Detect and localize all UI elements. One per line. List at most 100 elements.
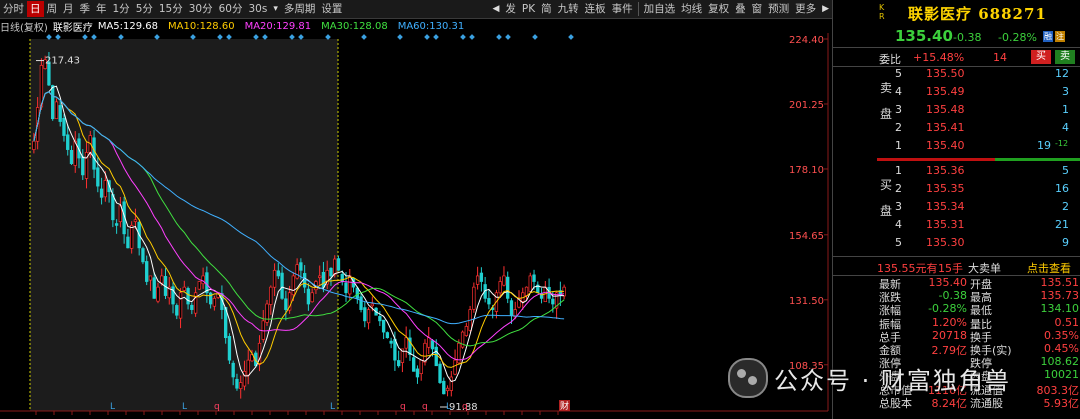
event-dot[interactable] — [46, 34, 52, 40]
big-order-link[interactable]: 点击查看 — [1027, 260, 1071, 276]
ma-info-bar: 日线(复权) 联影医疗 MA5:129.68 MA10:128.60 MA20:12… — [0, 19, 832, 34]
candle-body — [175, 305, 179, 316]
period-tab-7[interactable]: 5分 — [133, 1, 156, 17]
event-dot[interactable] — [55, 34, 61, 40]
buy-button[interactable]: 买 — [1031, 50, 1051, 64]
candle-body — [381, 319, 386, 333]
candle-body — [528, 275, 532, 292]
candle-body — [239, 382, 243, 389]
event-dot[interactable] — [532, 34, 538, 40]
tool-button-2[interactable]: 简 — [538, 1, 555, 17]
period-tab-4[interactable]: 季 — [77, 1, 94, 17]
event-dot[interactable] — [433, 34, 439, 40]
candle-body — [148, 275, 153, 281]
candle-body — [99, 188, 104, 198]
period-tab-9[interactable]: 30分 — [186, 1, 216, 17]
period-tab-8[interactable]: 15分 — [156, 1, 186, 17]
scroll-left-icon[interactable]: ◀ — [489, 4, 502, 14]
big-order-row: 135.55元有 15手 大卖单 点击查看 — [833, 256, 1080, 276]
tool-button-1[interactable]: PK — [519, 1, 538, 17]
tool-button-8[interactable]: 复权 — [705, 1, 732, 17]
tool-button-3[interactable]: 九转 — [555, 1, 582, 17]
x-event-marker[interactable]: L — [182, 402, 187, 412]
big-order-hands: 15手 — [938, 262, 963, 275]
period-tab-3[interactable]: 月 — [60, 1, 77, 17]
ma-list: MA5:129.68 MA10:128.60 MA20:129.81 MA30:128… — [98, 21, 474, 32]
finance-marker[interactable]: 财 — [560, 400, 569, 412]
event-dot[interactable] — [325, 34, 331, 40]
event-dot[interactable] — [424, 34, 430, 40]
event-dot[interactable] — [190, 34, 196, 40]
event-dot[interactable] — [253, 34, 259, 40]
event-dot[interactable] — [568, 34, 574, 40]
tool-button-4[interactable]: 连板 — [582, 1, 609, 17]
candle-body — [472, 286, 476, 310]
candle-body — [126, 236, 130, 249]
x-event-marker[interactable]: L — [330, 402, 335, 412]
event-dot[interactable] — [460, 34, 466, 40]
event-dot[interactable] — [469, 34, 475, 40]
candle-body — [227, 336, 232, 361]
event-dot[interactable] — [154, 34, 160, 40]
stats-row: 最新 135.40 开盘 135.51 — [833, 276, 1080, 291]
sell-button[interactable]: 卖 — [1055, 50, 1075, 64]
event-dot[interactable] — [397, 34, 403, 40]
x-event-marker[interactable]: q — [422, 402, 428, 412]
tool-button-0[interactable]: 发 — [502, 1, 519, 17]
period-tab-6[interactable]: 1分 — [110, 1, 133, 17]
level-price: 135.40 — [926, 139, 965, 152]
tool-button-5[interactable]: 事件 — [609, 1, 636, 17]
tool-button-12[interactable]: 更多 — [792, 1, 819, 17]
level-price: 135.49 — [926, 85, 965, 98]
tool-button-10[interactable]: 窗 — [749, 1, 766, 17]
kline-chart[interactable]: 224.40201.25178.10154.65131.50108.35217.… — [0, 33, 832, 419]
tool-button-6[interactable]: 加自选 — [641, 1, 679, 17]
event-dot[interactable] — [298, 34, 304, 40]
event-dot[interactable] — [118, 34, 124, 40]
stock-header: KR 联影医疗 688271 — [833, 0, 1080, 24]
period-tab-2[interactable]: 周 — [44, 1, 61, 17]
x-event-marker[interactable]: q — [462, 402, 468, 412]
candle-body — [178, 292, 183, 319]
level-number: 5 — [895, 236, 902, 249]
stat-value: 0.51 — [1054, 315, 1080, 329]
period-tab-1[interactable]: 日 — [27, 1, 44, 17]
period-tab-13[interactable]: 设置 — [318, 1, 345, 17]
x-event-marker[interactable]: q — [214, 402, 220, 412]
order-diff-value: 14 — [993, 51, 1007, 64]
period-tab-12[interactable]: 多周期 — [281, 1, 319, 17]
candle-body — [66, 134, 70, 150]
margin-tag: 融 — [1043, 31, 1053, 42]
x-event-marker[interactable]: q — [400, 402, 406, 412]
tool-button-7[interactable]: 均线 — [678, 1, 705, 17]
event-dot[interactable] — [217, 34, 223, 40]
period-tab-10[interactable]: 60分 — [216, 1, 246, 17]
level-volume: 16 — [1055, 182, 1069, 195]
x-event-marker[interactable]: L — [110, 402, 115, 412]
x-event-marker[interactable]: L — [446, 402, 451, 412]
event-dot[interactable] — [496, 34, 502, 40]
period-tab-0[interactable]: 分时 — [0, 1, 27, 17]
event-dot[interactable] — [262, 34, 268, 40]
candle-body — [348, 275, 352, 295]
event-dot[interactable] — [505, 34, 511, 40]
tool-button-11[interactable]: 预测 — [765, 1, 792, 17]
event-dot[interactable] — [226, 34, 232, 40]
candle-body — [524, 286, 529, 296]
stat-value: 135.51 — [1040, 276, 1080, 289]
period-tab-11[interactable]: 30s — [246, 1, 271, 17]
level-price: 135.36 — [926, 164, 965, 177]
ma-label: MA30: — [321, 20, 353, 32]
candle-body — [96, 167, 100, 187]
candle-body — [498, 281, 502, 294]
tool-button-9[interactable]: 叠 — [732, 1, 749, 17]
scroll-right-icon[interactable]: ▶ — [819, 4, 832, 14]
period-tab-5[interactable]: 年 — [93, 1, 110, 17]
event-dot[interactable] — [361, 34, 367, 40]
candle-body — [415, 368, 420, 378]
event-dot[interactable] — [289, 34, 295, 40]
level-number: 1 — [895, 139, 902, 152]
event-dot[interactable] — [82, 34, 88, 40]
candle-body — [378, 316, 382, 322]
event-dot[interactable] — [91, 34, 97, 40]
